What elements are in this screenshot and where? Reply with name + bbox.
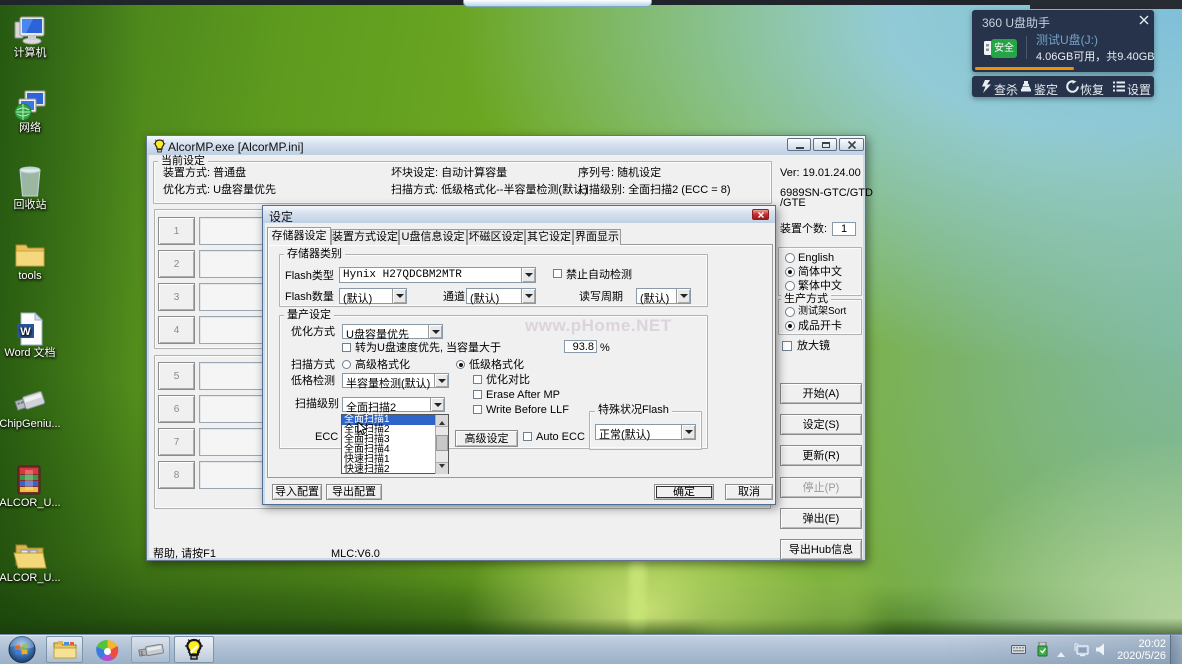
svg-text:W: W bbox=[20, 326, 31, 338]
